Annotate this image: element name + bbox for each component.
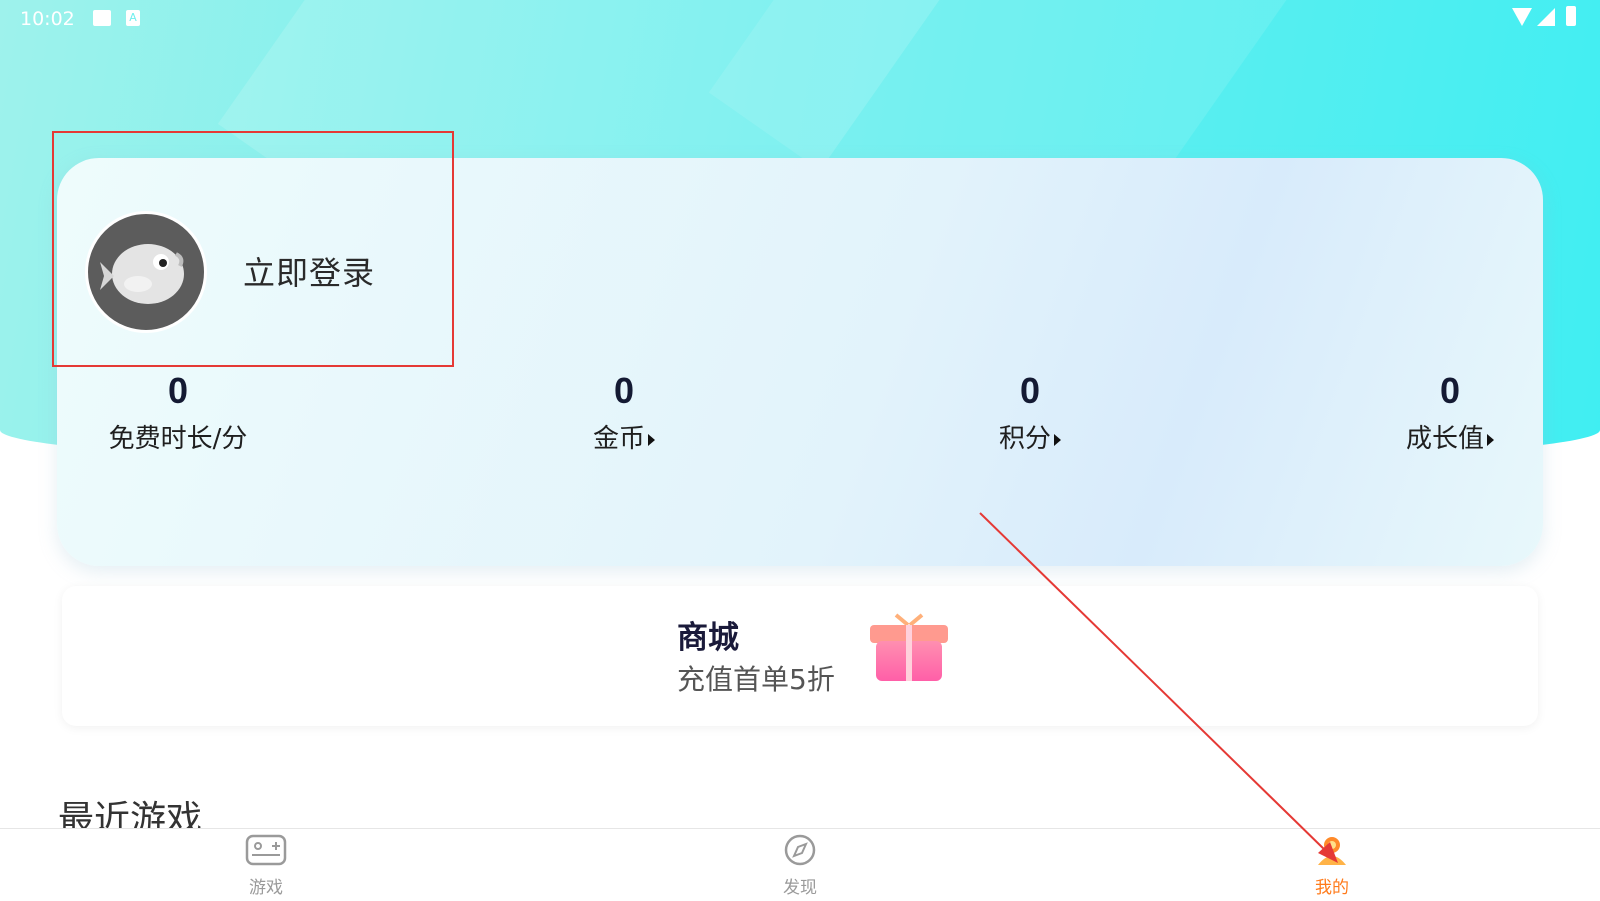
recent-games-title: 最近游戏: [58, 799, 203, 828]
mall-card[interactable]: [62, 586, 1538, 726]
mall-title: 商城: [677, 620, 739, 656]
a-icon: A: [126, 10, 140, 26]
stat-points[interactable]: 0 积分: [920, 370, 1140, 455]
tab-me[interactable]: 我的: [1272, 833, 1392, 898]
stat-value: 0: [613, 370, 635, 411]
battery-icon: [1566, 6, 1576, 26]
chevron-right-icon: [648, 433, 655, 446]
tab-label: 游戏: [249, 878, 283, 898]
tab-discover[interactable]: 发现: [740, 833, 860, 898]
gift-icon: [870, 613, 948, 681]
annotation-highlight-box: [52, 131, 454, 367]
signal-icon: [1537, 8, 1555, 26]
tab-label: 发现: [783, 878, 817, 898]
chevron-right-icon: [1054, 433, 1061, 446]
chevron-right-icon: [1487, 433, 1494, 446]
stat-value: 0: [167, 370, 189, 411]
wifi-icon: [1512, 8, 1532, 26]
stat-label: 免费时长/分: [108, 424, 248, 454]
compass-icon: [784, 834, 816, 866]
gamepad-icon: [245, 834, 287, 866]
bottom-tab-bar: 游戏 发现 我的: [0, 828, 1600, 901]
stat-value: 0: [1019, 370, 1041, 411]
profile-icon: [1318, 837, 1346, 865]
stat-growth[interactable]: 0 成长值: [1340, 370, 1560, 455]
stat-value: 0: [1439, 370, 1461, 411]
tab-label: 我的: [1315, 878, 1349, 898]
mall-subtitle: 充值首单5折: [677, 663, 835, 696]
stat-free-time[interactable]: 0 免费时长/分: [68, 370, 288, 455]
status-time: 10:02: [20, 8, 75, 30]
stat-label: 积分: [998, 424, 1051, 454]
stat-label: 成长值: [1405, 424, 1484, 454]
image-icon: [93, 10, 111, 26]
tab-games[interactable]: 游戏: [206, 833, 326, 898]
stat-coins[interactable]: 0 金币: [514, 370, 734, 455]
stat-label: 金币: [592, 424, 645, 454]
status-bar: 10:02 A: [0, 0, 1600, 36]
